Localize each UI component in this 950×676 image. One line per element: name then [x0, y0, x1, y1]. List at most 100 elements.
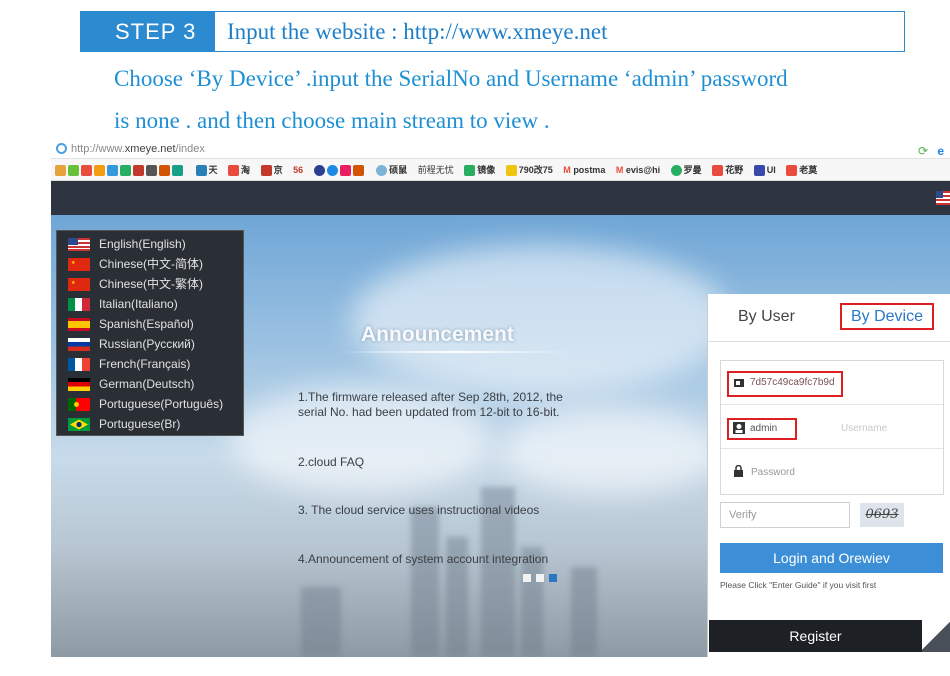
language-label: Chinese(中文-简体)	[99, 257, 204, 271]
language-item-german[interactable]: German(Deutsch)	[57, 374, 243, 394]
bookmark-item[interactable]: 前程无忧	[414, 159, 458, 180]
step-label: STEP 3	[81, 12, 215, 51]
lock-icon	[734, 465, 743, 477]
bookmark-item[interactable]: 56	[289, 159, 307, 180]
background-building	[411, 507, 439, 657]
language-label: English(English)	[99, 237, 186, 251]
bookmark-item[interactable]: 老莫	[782, 159, 821, 180]
announcement-item-1a[interactable]: 1.The firmware released after Sep 28th, …	[298, 390, 563, 405]
captcha-image[interactable]: 0693	[860, 503, 904, 527]
language-item-portuguese[interactable]: Portuguese(Português)	[57, 394, 243, 414]
bookmark-item[interactable]: 淘	[224, 159, 254, 180]
announcement-item-3[interactable]: 3. The cloud service uses instructional …	[298, 503, 539, 518]
background-building	[301, 587, 341, 657]
china-flag-icon: ★	[68, 278, 90, 291]
language-label: Spanish(Español)	[99, 317, 194, 331]
instruction-line-1: Choose ‘By Device’ .input the SerialNo a…	[114, 66, 788, 91]
bookmarks-bar: 天 淘 京 56 硕鼠 前程无忧 镜像 790改75 M postma M ev…	[51, 159, 950, 181]
language-item-portuguese-br[interactable]: Portuguese(Br)	[57, 414, 243, 434]
announcement-item-1b[interactable]: serial No. had been updated from 12-bit …	[298, 405, 560, 420]
russia-flag-icon	[68, 338, 90, 351]
bookmark-item[interactable]: 硕鼠	[372, 159, 411, 180]
corner-fold-icon[interactable]	[922, 620, 950, 652]
tab-by-user[interactable]: By User	[738, 308, 795, 326]
language-item-italian[interactable]: Italian(Italiano)	[57, 294, 243, 314]
language-label: German(Deutsch)	[99, 377, 195, 391]
bookmark-item[interactable]: 天	[192, 159, 222, 180]
carousel-dots	[523, 567, 562, 586]
site-top-nav	[51, 181, 950, 215]
language-item-chinese-traditional[interactable]: ★ Chinese(中文-繁体)	[57, 274, 243, 294]
carousel-dot[interactable]	[536, 574, 544, 582]
device-icon	[734, 379, 744, 387]
bookmark-item[interactable]: 790改75	[502, 159, 557, 180]
announcement-item-4[interactable]: 4.Announcement of system account integra…	[298, 552, 548, 567]
bookmark-item[interactable]: 罗曼	[667, 159, 706, 180]
france-flag-icon	[68, 358, 90, 371]
italy-flag-icon	[68, 298, 90, 311]
bookmark-item[interactable]: UI	[750, 159, 780, 180]
tab-divider	[708, 341, 950, 342]
login-button[interactable]: Login and Orewiev	[720, 543, 943, 573]
language-label: Chinese(中文-繁体)	[99, 277, 204, 291]
carousel-dot[interactable]	[523, 574, 531, 582]
step-title: Input the website : http://www.xmeye.net	[227, 19, 608, 44]
us-flag-icon[interactable]	[936, 191, 950, 205]
user-icon	[733, 422, 745, 434]
bookmark-item[interactable]: 镜像	[460, 159, 499, 180]
serial-number-field[interactable]: 7d57c49ca9fc7b9d	[721, 361, 943, 405]
language-item-english[interactable]: English(English)	[57, 234, 243, 254]
germany-flag-icon	[68, 378, 90, 391]
register-button[interactable]: Register	[709, 620, 922, 652]
bookmark-icons[interactable]	[310, 159, 370, 180]
tab-by-device[interactable]: By Device	[840, 303, 934, 330]
background-building	[571, 567, 597, 657]
announcement-title: Announcement	[361, 323, 514, 346]
language-label: Russian(Русский)	[99, 337, 195, 351]
url-host: xmeye.net	[124, 143, 176, 155]
china-flag-icon: ★	[68, 258, 90, 271]
instruction-line-2: is none . and then choose main stream to…	[114, 108, 550, 133]
browser-icon	[56, 143, 67, 154]
language-item-chinese-simplified[interactable]: ★ Chinese(中文-简体)	[57, 254, 243, 274]
url-path: /index	[175, 143, 205, 155]
background-cloud	[351, 245, 731, 395]
serial-number-value: 7d57c49ca9fc7b9d	[750, 377, 835, 388]
verify-input[interactable]: Verify	[720, 502, 850, 528]
password-placeholder: Password	[751, 467, 795, 478]
bookmark-icons[interactable]	[51, 159, 189, 180]
ie-logo-icon[interactable]: e	[937, 141, 944, 161]
spain-flag-icon	[68, 318, 90, 331]
guide-hint: Please Click "Enter Guide" if you visit …	[720, 580, 877, 590]
login-fields: 7d57c49ca9fc7b9d admin Username Password	[720, 360, 944, 495]
username-field[interactable]: admin Username	[721, 405, 943, 449]
svg-text:★: ★	[71, 280, 76, 286]
svg-text:★: ★	[71, 260, 76, 266]
password-field[interactable]: Password	[721, 449, 943, 493]
language-label: Portuguese(Br)	[99, 417, 181, 431]
announcement-item-2[interactable]: 2.cloud FAQ	[298, 455, 364, 470]
language-label: Italian(Italiano)	[99, 297, 178, 311]
brazil-flag-icon	[68, 418, 90, 431]
language-label: Portuguese(Português)	[99, 397, 224, 411]
language-item-spanish[interactable]: Spanish(Español)	[57, 314, 243, 334]
address-bar[interactable]: http://www.xmeye.net/index ⟳ e	[51, 139, 950, 159]
announcement-underline	[341, 351, 571, 353]
refresh-icon[interactable]: ⟳	[918, 141, 928, 161]
step-header: STEP 3 Input the website : http://www.xm…	[80, 11, 905, 52]
bookmark-item[interactable]: M evis@hi	[612, 159, 664, 180]
language-menu: English(English) ★ Chinese(中文-简体) ★ Chin…	[56, 230, 244, 436]
username-value: admin	[750, 423, 778, 434]
carousel-dot-active[interactable]	[549, 574, 557, 582]
language-item-french[interactable]: French(Français)	[57, 354, 243, 374]
bookmark-item[interactable]: 京	[257, 159, 287, 180]
main-content: English(English) ★ Chinese(中文-简体) ★ Chin…	[51, 215, 950, 657]
language-label: French(Français)	[99, 357, 191, 371]
language-item-russian[interactable]: Russian(Русский)	[57, 334, 243, 354]
bookmark-item[interactable]: M postma	[559, 159, 609, 180]
login-panel: By User By Device 7d57c49ca9fc7b9d admin…	[707, 294, 950, 657]
portugal-flag-icon	[68, 398, 90, 411]
bookmark-item[interactable]: 花野	[708, 159, 747, 180]
url-scheme: http://www.	[71, 143, 125, 155]
username-placeholder: Username	[841, 423, 888, 434]
